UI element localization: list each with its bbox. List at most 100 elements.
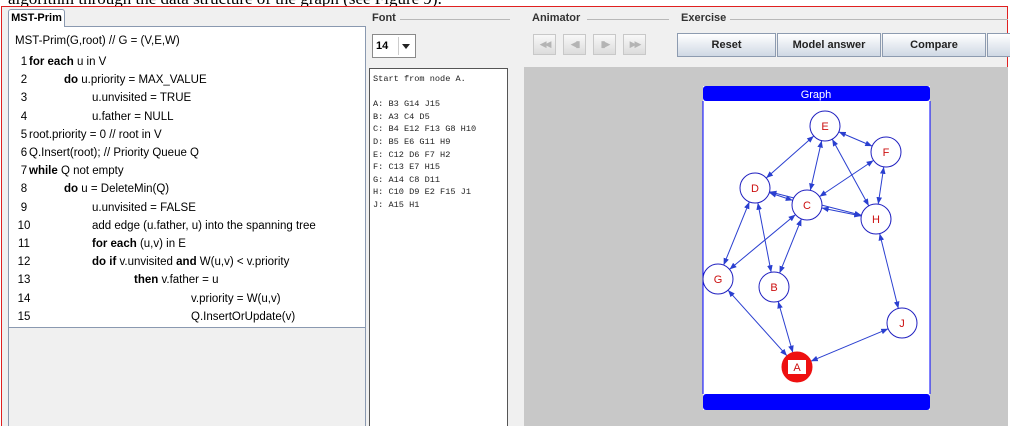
exercise-group-divider <box>730 19 1008 20</box>
line-code: root.priority = 0 // root in V <box>29 126 162 144</box>
code-text: W(u,v) < v.priority <box>196 256 290 269</box>
empty-panel <box>8 328 366 426</box>
graph-node-C[interactable]: C <box>791 189 823 221</box>
chevron-down-icon[interactable] <box>398 37 413 55</box>
adjacency-line: B: A3 C4 D5 <box>373 111 430 122</box>
graph-node-label: F <box>883 147 890 159</box>
code-text: u.father = NULL <box>92 110 174 123</box>
graph-canvas: Graph E F D C H G B J A <box>524 67 1008 426</box>
graph-node-E[interactable]: E <box>809 110 841 142</box>
code-text: root.priority = 0 // root in V <box>29 128 162 141</box>
graph-node-label: J <box>899 318 905 330</box>
graph-node-A[interactable]: A <box>781 351 813 383</box>
tab-mst-prim[interactable]: MST-Prim <box>8 9 65 27</box>
adjacency-line: Start from node A. <box>373 74 466 84</box>
graph-node-H[interactable]: H <box>860 203 892 235</box>
code-text: u = DeleteMin(Q) <box>78 183 170 196</box>
line-number: 13 <box>17 274 31 287</box>
keyword: while <box>29 165 58 178</box>
adjacency-list-panel: Start from node A. A: B3 G14 J15 B: A3 C4 … <box>369 68 508 426</box>
animator-group-divider <box>587 19 669 20</box>
line-code: u.father = NULL <box>92 108 174 126</box>
code-text: v.unvisited <box>116 256 177 269</box>
line-code: do if v.unvisited and W(u,v) < v.priorit… <box>92 253 289 271</box>
line-code: u.unvisited = FALSE <box>92 199 196 217</box>
jump-to-end-button[interactable]: ▶▶ <box>623 34 646 55</box>
code-text: u.unvisited = FALSE <box>92 201 196 214</box>
graph-node-label: A <box>793 362 801 374</box>
adjacency-line: D: B5 E6 G11 H9 <box>373 137 451 147</box>
code-text: Q.Insert(root); // Priority Queue Q <box>29 147 199 159</box>
code-text: v.father = u <box>158 274 219 287</box>
model-answer-button[interactable]: Model answer <box>777 33 881 57</box>
graph-title: Graph <box>801 89 832 101</box>
line-code: Q.Insert(root); // Priority Queue Q <box>29 144 199 162</box>
pseudocode-header: MST-Prim(G,root) // G = (V,E,W) <box>15 35 180 47</box>
reset-button[interactable]: Reset <box>677 33 776 57</box>
keyword: do if <box>92 256 117 269</box>
line-code: do u = DeleteMin(Q) <box>64 180 169 198</box>
adjacency-line: G: A14 C8 D11 <box>373 174 441 185</box>
graph-footer-bar <box>703 394 930 410</box>
extra-button[interactable] <box>987 33 1010 57</box>
line-number: 12 <box>17 256 31 269</box>
graph-node-F[interactable]: F <box>870 136 902 168</box>
code-text: Q.InsertOrUpdate(v) <box>191 310 296 323</box>
adjacency-line: H: C10 D9 E2 F15 J1 <box>373 187 471 198</box>
adjacency-line: J: A15 H1 <box>373 200 420 210</box>
font-size-value: 14 <box>376 40 389 52</box>
keyword: then <box>134 274 159 287</box>
keyword: do <box>64 74 79 87</box>
line-number: 14 <box>17 292 31 305</box>
adjacency-line: C: B4 E12 F13 G8 H10 <box>373 124 477 135</box>
graph-node-J[interactable]: J <box>886 307 918 339</box>
line-code: u.unvisited = TRUE <box>92 89 191 107</box>
line-code: do u.priority = MAX_VALUE <box>64 71 207 89</box>
pseudocode-panel: MST-Prim(G,root) // G = (V,E,W) 1 for eac… <box>8 26 366 328</box>
keyword: for each <box>29 56 74 68</box>
code-text: u.priority = MAX_VALUE <box>78 74 207 87</box>
graph-node-B[interactable]: B <box>758 271 790 303</box>
font-group-divider <box>400 19 510 20</box>
line-code: Q.InsertOrUpdate(v) <box>191 308 295 326</box>
line-number: 3 <box>20 92 28 105</box>
adjacency-line: A: B3 G14 J15 <box>373 99 441 110</box>
line-code: then v.father = u <box>134 271 218 289</box>
graph-node-label: H <box>872 214 880 226</box>
keyword: and <box>176 256 197 269</box>
line-code: v.priority = W(u,v) <box>191 290 281 308</box>
code-text: (u,v) in E <box>136 238 186 250</box>
line-number: 11 <box>18 238 30 250</box>
line-code: for each (u,v) in E <box>92 235 186 253</box>
code-text: Q not empty <box>57 165 124 178</box>
graph-view: Graph E F D C H G B J A <box>702 86 931 410</box>
line-number: 10 <box>17 219 31 232</box>
exercise-group-label: Exercise <box>681 12 727 24</box>
line-code: add edge (u.father, u) into the spanning… <box>92 217 316 235</box>
animator-group-label: Animator <box>532 12 581 24</box>
graph-node-D[interactable]: D <box>739 172 771 204</box>
code-text: v.priority = W(u,v) <box>191 292 281 305</box>
graph-node-label: E <box>821 121 828 133</box>
step-back-button[interactable]: ◀▮ <box>563 34 586 55</box>
graph-node-label: D <box>751 183 759 195</box>
step-forward-button[interactable]: ▮▶ <box>593 34 616 55</box>
line-number: 9 <box>20 201 28 214</box>
line-number: 15 <box>17 310 31 323</box>
font-size-select[interactable]: 14 <box>372 34 416 58</box>
line-number: 2 <box>20 74 28 87</box>
keyword: do <box>64 183 79 196</box>
code-text: add edge (u.father, u) into the spanning… <box>92 219 316 232</box>
font-group-label: Font <box>372 12 396 24</box>
graph-node-label: G <box>714 274 723 286</box>
compare-button[interactable]: Compare <box>882 33 986 57</box>
graph-node-label: C <box>803 200 811 212</box>
code-text: u.unvisited = TRUE <box>92 92 192 105</box>
code-text: u in V <box>73 56 107 68</box>
line-code: for each u in V <box>29 53 106 71</box>
adjacency-line: F: C13 E7 H15 <box>373 162 441 173</box>
line-number: 8 <box>20 183 28 196</box>
keyword: for each <box>92 238 137 250</box>
jump-to-start-button[interactable]: ◀◀ <box>533 34 556 55</box>
graph-node-G[interactable]: G <box>702 263 734 295</box>
